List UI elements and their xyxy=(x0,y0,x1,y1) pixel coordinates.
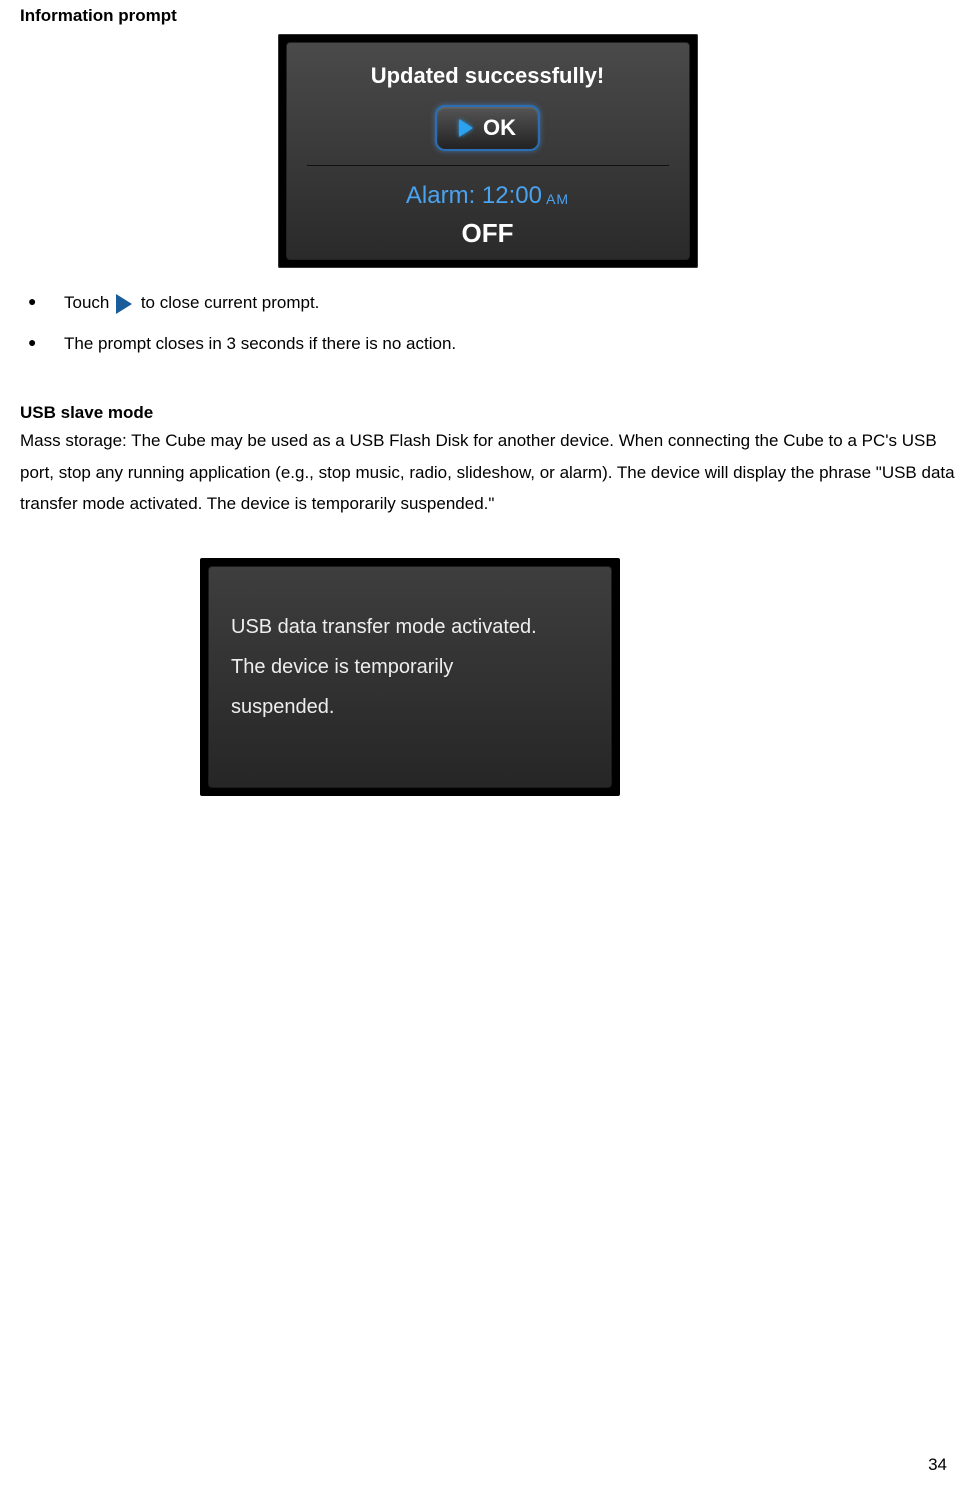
ok-label: OK xyxy=(483,115,516,141)
prompt-screenshot: Updated successfully! OK Alarm: 12:00 AM… xyxy=(278,34,698,268)
alarm-off: OFF xyxy=(307,218,669,249)
alarm-time: 12:00 xyxy=(482,182,542,209)
usb-paragraph: Mass storage: The Cube may be used as a … xyxy=(20,425,955,519)
bullet-auto-close: The prompt closes in 3 seconds if there … xyxy=(50,329,955,360)
ok-button[interactable]: OK xyxy=(435,105,540,151)
section-title-usb-slave-mode: USB slave mode xyxy=(20,403,955,423)
usb-dialog: USB data transfer mode activated. The de… xyxy=(208,566,612,788)
ok-row: OK xyxy=(307,105,669,166)
page-number: 34 xyxy=(928,1455,947,1475)
section-title-information-prompt: Information prompt xyxy=(20,6,955,26)
usb-line1: USB data transfer mode activated. xyxy=(231,607,589,647)
prompt-dialog: Updated successfully! OK Alarm: 12:00 AM… xyxy=(286,42,690,260)
alarm-label: Alarm: xyxy=(406,182,482,209)
usb-line2: The device is temporarily xyxy=(231,647,589,687)
touch-prefix: Touch xyxy=(64,293,114,312)
bullet-list: Touch to close current prompt. The promp… xyxy=(20,288,955,359)
alarm-row: Alarm: 12:00 AM OFF xyxy=(307,166,669,249)
bullet-touch: Touch to close current prompt. xyxy=(50,288,955,319)
usb-screenshot: USB data transfer mode activated. The de… xyxy=(200,558,620,796)
alarm-ampm: AM xyxy=(542,191,569,207)
play-icon-inline xyxy=(116,294,132,314)
play-icon xyxy=(459,119,473,137)
updated-message: Updated successfully! xyxy=(307,53,669,105)
touch-suffix: to close current prompt. xyxy=(141,293,320,312)
usb-line3: suspended. xyxy=(231,687,589,727)
